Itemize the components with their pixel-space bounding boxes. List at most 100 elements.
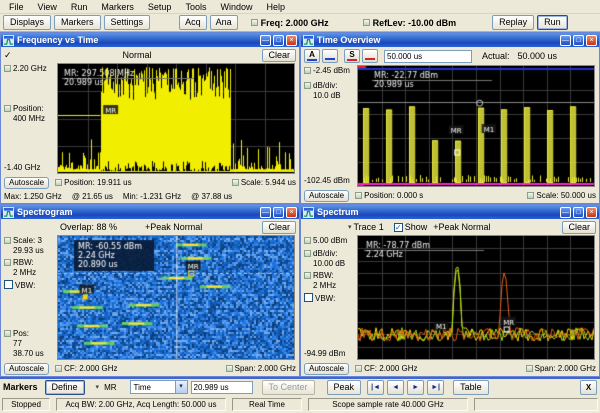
autoscale-button[interactable]: Autoscale [304,190,349,202]
adjust-icon[interactable] [355,192,362,199]
peak-left-button[interactable]: ◄ [387,380,404,395]
selected-marker-label[interactable]: MR [104,383,116,392]
freq-adjust-icon[interactable] [251,19,258,26]
minimize-button[interactable]: — [560,35,571,46]
minimize-button[interactable]: — [260,35,271,46]
to-center-button[interactable]: To Center [262,380,315,395]
menu-run[interactable]: Run [64,2,95,12]
adjust-icon[interactable] [304,237,311,244]
spectrogram-titlebar[interactable]: Spectrogram — □ × [1,205,299,219]
time-overview-plot[interactable] [358,66,594,186]
adjust-icon[interactable] [355,365,362,372]
reflev-adjust-icon[interactable] [363,19,370,26]
maximize-button[interactable]: □ [273,35,284,46]
adjust-icon[interactable] [4,65,11,72]
close-icon[interactable]: × [586,35,597,46]
vbw-checkbox[interactable] [4,280,13,289]
close-icon[interactable]: × [286,207,297,218]
ana-button[interactable]: Ana [210,15,238,30]
define-button[interactable]: Define [45,380,85,395]
peak-button[interactable]: Peak [327,380,362,395]
autoscale-button[interactable]: Autoscale [304,363,349,375]
position-label: Position: [13,104,44,113]
maximize-button[interactable]: □ [573,207,584,218]
spectrum-length-label: S [345,51,359,58]
menu-markers[interactable]: Markers [94,2,141,12]
vbw-checkbox[interactable] [304,293,313,302]
marker-value-input[interactable] [191,381,253,394]
spectrum-offset-button[interactable] [362,49,378,63]
adjust-icon[interactable] [55,365,62,372]
acq-button[interactable]: Acq [179,15,207,30]
menu-help[interactable]: Help [259,2,292,12]
menu-view[interactable]: View [31,2,64,12]
menu-tools[interactable]: Tools [178,2,213,12]
close-markers-bar-button[interactable]: X [580,380,597,395]
y-axis-top-label: 5.00 dBm [313,236,347,245]
adjust-icon[interactable] [304,67,311,74]
menu-window[interactable]: Window [213,2,259,12]
adjust-icon[interactable] [4,105,11,112]
markers-button[interactable]: Markers [54,15,101,30]
analysis-length-button[interactable]: A [304,49,320,63]
adjust-icon[interactable] [527,192,534,199]
analysis-offset-button[interactable] [322,49,338,63]
adjust-icon[interactable] [304,82,311,89]
chevron-down-icon[interactable]: ▾ [348,223,352,231]
actual-value: 50.000 us [518,51,558,61]
table-button[interactable]: Table [453,380,489,395]
adjust-icon[interactable] [4,259,11,266]
adjust-icon[interactable] [4,330,11,337]
clear-button[interactable]: Clear [262,221,296,234]
run-button[interactable]: Run [537,15,568,30]
adjust-icon[interactable] [226,365,233,372]
clear-button[interactable]: Clear [262,49,296,62]
minimize-button[interactable]: — [260,207,271,218]
peak-last-right-button[interactable]: ►| [427,380,444,395]
red-bar-icon [347,59,357,61]
frequency-vs-time-titlebar[interactable]: Frequency vs Time — □ × [1,33,299,47]
spectrogram-plot[interactable] [58,236,294,359]
min-readout: Min: -1.231 GHz [123,192,181,201]
adjust-icon[interactable] [526,365,533,372]
scale-label: Scale: 3 [13,236,42,245]
frequency-vs-time-plot[interactable] [58,64,294,173]
autoscale-button[interactable]: Autoscale [4,363,49,375]
frequency-vs-time-panel: Frequency vs Time — □ × ✓ Normal Clear 2… [0,32,300,204]
analysis-length-label: A [305,51,319,58]
pos-time: 38.70 us [13,349,44,358]
spectrum-plot[interactable] [358,236,594,359]
marker-type-select[interactable]: Time ▾ [130,380,188,394]
spec-plot-area [357,235,595,360]
spectrum-titlebar[interactable]: Spectrum — □ × [301,205,599,219]
y-axis-bottom-label: -1.40 GHz [4,163,56,173]
menu-file[interactable]: File [2,2,31,12]
menu-setup[interactable]: Setup [141,2,179,12]
minimize-button[interactable]: — [560,207,571,218]
peak-right-button[interactable]: ► [407,380,424,395]
adjust-icon[interactable] [4,237,11,244]
adjust-icon[interactable] [232,179,239,186]
trace-selector[interactable]: Trace 1 [354,222,384,232]
panel-title: Time Overview [317,35,558,45]
close-icon[interactable]: × [286,35,297,46]
time-overview-titlebar[interactable]: Time Overview — □ × [301,33,599,47]
show-checkbox[interactable]: ✓ [394,223,403,232]
chevron-down-icon[interactable]: ▾ [96,383,100,391]
displays-button[interactable]: Displays [3,15,51,30]
close-icon[interactable]: × [586,207,597,218]
adjust-icon[interactable] [55,179,62,186]
adjust-icon[interactable] [304,250,311,257]
replay-button[interactable]: Replay [492,15,534,30]
dbdiv-value: 10.00 dB [313,259,345,268]
autoscale-button[interactable]: Autoscale [4,177,49,189]
adjust-icon[interactable] [304,272,311,279]
spectrum-length-button[interactable]: S [344,49,360,63]
maximize-button[interactable]: □ [273,207,284,218]
clear-button[interactable]: Clear [562,221,596,234]
analysis-length-input[interactable] [384,50,472,63]
settings-button[interactable]: Settings [104,15,151,30]
maximize-button[interactable]: □ [573,35,584,46]
plot-position-readout: Position: 19.911 us [64,178,131,187]
peak-first-left-button[interactable]: |◄ [367,380,384,395]
